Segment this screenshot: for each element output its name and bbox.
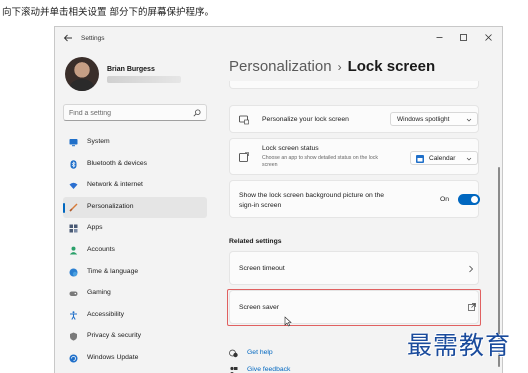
title-bar: Settings: [55, 27, 502, 51]
lock-screen-status-card[interactable]: Lock screen status Choose an app to show…: [229, 138, 479, 175]
sidebar-nav: System Bluetooth & devices Network & int…: [63, 132, 207, 370]
instruction-text: 向下滚动并单击相关设置 部分下的屏幕保护程序。: [2, 7, 215, 18]
get-help-label: Get help: [247, 349, 273, 356]
lock-status-subtitle: Choose an app to show detailed status on…: [262, 155, 378, 168]
breadcrumb-separator: ›: [337, 60, 342, 74]
chevron-down-icon: [466, 157, 472, 161]
shield-icon: [70, 332, 77, 341]
sidebar-item-accessibility[interactable]: Accessibility: [63, 305, 207, 327]
settings-window: Settings Brian Burgess System Bluetooth …: [54, 26, 503, 373]
background-on-signin-card[interactable]: Show the lock screen background picture …: [229, 180, 480, 218]
user-email-redacted: [107, 76, 181, 83]
background-signin-title: Show the lock screen background picture …: [239, 192, 385, 209]
maximize-button[interactable]: [451, 30, 475, 44]
chevron-right-icon: [469, 265, 474, 273]
globe-clock-icon: [69, 268, 78, 277]
calendar-icon: [416, 155, 424, 163]
monitor-lock-icon: [239, 115, 249, 125]
sidebar-item-system[interactable]: System: [63, 132, 207, 154]
sidebar-item-accounts[interactable]: Accounts: [63, 240, 207, 262]
personalize-lock-screen-card[interactable]: Personalize your lock screen Windows spo…: [229, 105, 479, 133]
mouse-cursor-icon: [284, 316, 292, 327]
sidebar-item-time-language[interactable]: Time & language: [63, 262, 207, 284]
user-name: Brian Burgess: [107, 66, 155, 73]
get-help-link[interactable]: Get help: [229, 348, 329, 360]
sidebar-item-network[interactable]: Network & internet: [63, 175, 207, 197]
lock-status-title: Lock screen status: [262, 145, 319, 152]
gamepad-icon: [69, 291, 78, 297]
sidebar-item-label: Gaming: [87, 289, 111, 297]
sidebar-item-label: Windows Update: [87, 353, 139, 361]
status-icon: [239, 152, 249, 162]
search-input[interactable]: [69, 107, 187, 119]
lock-screen-background-dropdown[interactable]: Windows spotlight: [390, 112, 478, 126]
minimize-button[interactable]: [427, 30, 451, 44]
wifi-icon: [69, 182, 78, 190]
sidebar-item-label: Personalization: [87, 202, 134, 210]
sidebar-item-label: Accounts: [87, 245, 115, 253]
sidebar-item-label: Network & internet: [87, 181, 143, 189]
sidebar-item-label: Apps: [87, 224, 103, 232]
sidebar-item-label: Privacy & security: [87, 332, 142, 340]
accessibility-icon: [70, 311, 77, 320]
app-title: Settings: [81, 35, 105, 42]
sidebar-item-privacy[interactable]: Privacy & security: [63, 326, 207, 348]
screen-timeout-label: Screen timeout: [239, 265, 285, 272]
sidebar-item-apps[interactable]: Apps: [63, 218, 207, 240]
back-arrow-icon[interactable]: [63, 33, 73, 43]
brush-icon: [69, 203, 78, 212]
avatar: [65, 57, 99, 91]
feedback-icon: [230, 366, 238, 373]
search-box[interactable]: [63, 104, 207, 121]
bluetooth-icon: [70, 159, 77, 169]
sidebar-item-personalization[interactable]: Personalization: [63, 196, 207, 219]
chevron-down-icon: [466, 118, 472, 122]
give-feedback-label: Give feedback: [247, 366, 291, 373]
watermark-text: 最需教育: [407, 331, 512, 360]
related-settings-heading: Related settings: [229, 238, 282, 245]
sidebar-item-label: System: [87, 138, 110, 145]
help-icon: [229, 349, 238, 358]
lock-screen-status-dropdown[interactable]: Calendar: [410, 151, 478, 165]
give-feedback-link[interactable]: Give feedback: [229, 365, 329, 373]
search-icon: [193, 109, 201, 117]
close-icon: [484, 33, 492, 41]
maximize-icon: [459, 33, 467, 41]
breadcrumb-parent[interactable]: Personalization: [229, 58, 332, 75]
personalize-title: Personalize your lock screen: [262, 116, 349, 123]
breadcrumb-current: Lock screen: [347, 58, 436, 75]
toggle-state-label: On: [440, 196, 450, 203]
dropdown-value: Windows spotlight: [397, 115, 450, 123]
sidebar-item-windows-update[interactable]: Windows Update: [63, 348, 207, 370]
sidebar-item-label: Bluetooth & devices: [87, 159, 148, 167]
person-icon: [69, 246, 78, 255]
background-signin-toggle[interactable]: [458, 194, 480, 205]
screen-timeout-card[interactable]: Screen timeout: [229, 251, 479, 285]
sidebar-item-label: Accessibility: [87, 310, 125, 318]
update-icon: [69, 354, 78, 363]
monitor-icon: [69, 139, 78, 147]
close-button[interactable]: [476, 30, 500, 44]
previous-card-edge: [229, 81, 479, 89]
user-profile[interactable]: Brian Burgess: [63, 57, 233, 91]
sidebar-item-label: Time & language: [87, 267, 139, 275]
minimize-icon: [436, 36, 442, 38]
sidebar-item-bluetooth[interactable]: Bluetooth & devices: [63, 154, 207, 176]
screen-saver-highlight: [227, 289, 481, 326]
dropdown-value: Calendar: [429, 154, 456, 162]
apps-icon: [69, 224, 78, 233]
page-title: Personalization › Lock screen: [229, 58, 435, 75]
sidebar-item-gaming[interactable]: Gaming: [63, 283, 207, 305]
